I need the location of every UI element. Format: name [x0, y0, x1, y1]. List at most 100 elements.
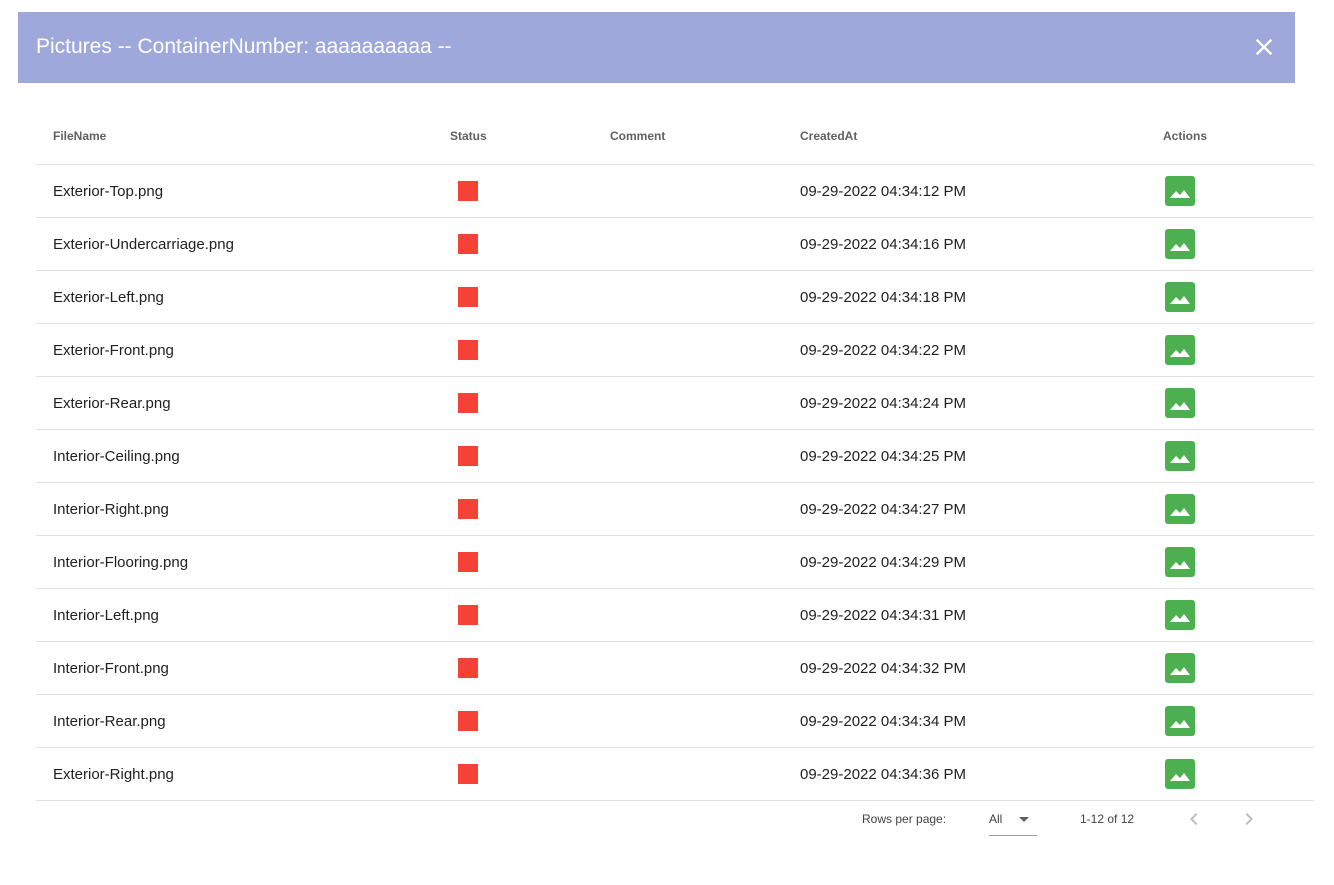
comment-cell	[610, 535, 800, 589]
filename-cell: Exterior-Left.png	[36, 270, 433, 324]
status-cell	[433, 376, 610, 430]
actions-cell	[1143, 164, 1314, 218]
status-indicator	[458, 605, 478, 625]
close-button[interactable]	[1250, 33, 1278, 61]
status-indicator	[458, 181, 478, 201]
table-body: Exterior-Top.png 09-29-2022 04:34:12 PM Ex…	[36, 164, 1314, 801]
actions-cell	[1143, 270, 1314, 324]
status-cell	[433, 588, 610, 642]
view-image-button[interactable]	[1165, 335, 1195, 365]
status-cell	[433, 641, 610, 695]
view-image-button[interactable]	[1165, 759, 1195, 789]
status-cell	[433, 535, 610, 589]
filename-cell: Interior-Rear.png	[36, 694, 433, 748]
createdat-cell: 09-29-2022 04:34:36 PM	[800, 747, 1143, 801]
createdat-cell: 09-29-2022 04:34:32 PM	[800, 641, 1143, 695]
comment-cell	[610, 376, 800, 430]
comment-cell	[610, 270, 800, 324]
pictures-dialog: Pictures -- ContainerNumber: aaaaaaaaaa …	[18, 12, 1314, 872]
view-image-button[interactable]	[1165, 706, 1195, 736]
actions-cell	[1143, 747, 1314, 801]
status-indicator	[458, 340, 478, 360]
view-image-button[interactable]	[1165, 176, 1195, 206]
createdat-cell: 09-29-2022 04:34:18 PM	[800, 270, 1143, 324]
status-indicator	[458, 499, 478, 519]
page-range-info: 1-12 of 12	[1080, 812, 1135, 826]
comment-cell	[610, 588, 800, 642]
status-indicator	[458, 287, 478, 307]
status-cell	[433, 429, 610, 483]
column-header-comment[interactable]: Comment	[610, 108, 800, 165]
comment-cell	[610, 164, 800, 218]
filename-cell: Interior-Right.png	[36, 482, 433, 536]
column-header-actions: Actions	[1143, 108, 1314, 165]
table-row: Interior-Front.png 09-29-2022 04:34:32 PM	[36, 641, 1314, 695]
status-cell	[433, 164, 610, 218]
actions-cell	[1143, 694, 1314, 748]
view-image-button[interactable]	[1165, 653, 1195, 683]
table-row: Exterior-Undercarriage.png 09-29-2022 04:…	[36, 217, 1314, 271]
dialog-header: Pictures -- ContainerNumber: aaaaaaaaaa …	[18, 12, 1295, 83]
actions-cell	[1143, 323, 1314, 377]
createdat-cell: 09-29-2022 04:34:24 PM	[800, 376, 1143, 430]
close-icon	[1255, 38, 1273, 56]
filename-cell: Exterior-Rear.png	[36, 376, 433, 430]
view-image-button[interactable]	[1165, 282, 1195, 312]
table-header: FileName Status Comment CreatedAt Action…	[36, 108, 1314, 165]
filename-cell: Interior-Flooring.png	[36, 535, 433, 589]
actions-cell	[1143, 588, 1314, 642]
column-header-filename[interactable]: FileName	[36, 108, 433, 165]
view-image-button[interactable]	[1165, 547, 1195, 577]
pictures-table-container: FileName Status Comment CreatedAt Action…	[36, 108, 1314, 801]
view-image-button[interactable]	[1165, 441, 1195, 471]
createdat-cell: 09-29-2022 04:34:22 PM	[800, 323, 1143, 377]
rows-per-page-value: All	[989, 812, 1003, 826]
header-row: FileName Status Comment CreatedAt Action…	[36, 108, 1314, 165]
actions-cell	[1143, 429, 1314, 483]
table-row: Exterior-Right.png 09-29-2022 04:34:36 PM	[36, 747, 1314, 801]
createdat-cell: 09-29-2022 04:34:31 PM	[800, 588, 1143, 642]
image-icon	[1170, 296, 1190, 304]
filename-cell: Interior-Left.png	[36, 588, 433, 642]
view-image-button[interactable]	[1165, 600, 1195, 630]
createdat-cell: 09-29-2022 04:34:16 PM	[800, 217, 1143, 271]
image-icon	[1170, 349, 1190, 357]
table-row: Exterior-Top.png 09-29-2022 04:34:12 PM	[36, 164, 1314, 218]
actions-cell	[1143, 482, 1314, 536]
table-row: Interior-Flooring.png 09-29-2022 04:34:29…	[36, 535, 1314, 589]
next-page-button[interactable]	[1237, 807, 1261, 831]
filename-cell: Interior-Front.png	[36, 641, 433, 695]
filename-cell: Exterior-Top.png	[36, 164, 433, 218]
actions-cell	[1143, 376, 1314, 430]
image-icon	[1170, 508, 1190, 516]
image-icon	[1170, 402, 1190, 410]
comment-cell	[610, 694, 800, 748]
status-cell	[433, 323, 610, 377]
actions-cell	[1143, 641, 1314, 695]
table-row: Interior-Right.png 09-29-2022 04:34:27 PM	[36, 482, 1314, 536]
status-cell	[433, 747, 610, 801]
column-header-createdat[interactable]: CreatedAt	[800, 108, 1143, 165]
createdat-cell: 09-29-2022 04:34:34 PM	[800, 694, 1143, 748]
previous-page-button[interactable]	[1182, 807, 1206, 831]
status-cell	[433, 482, 610, 536]
actions-cell	[1143, 535, 1314, 589]
rows-per-page-select[interactable]: All	[989, 803, 1037, 836]
view-image-button[interactable]	[1165, 388, 1195, 418]
view-image-button[interactable]	[1165, 494, 1195, 524]
image-icon	[1170, 720, 1190, 728]
image-icon	[1170, 773, 1190, 781]
view-image-button[interactable]	[1165, 229, 1195, 259]
image-icon	[1170, 561, 1190, 569]
column-header-status[interactable]: Status	[433, 108, 610, 165]
image-icon	[1170, 614, 1190, 622]
chevron-right-icon	[1245, 813, 1253, 825]
createdat-cell: 09-29-2022 04:34:27 PM	[800, 482, 1143, 536]
table-row: Interior-Left.png 09-29-2022 04:34:31 PM	[36, 588, 1314, 642]
dropdown-arrow-icon	[1019, 817, 1029, 822]
status-indicator	[458, 552, 478, 572]
rows-per-page-label: Rows per page:	[862, 812, 947, 826]
dialog-title: Pictures -- ContainerNumber: aaaaaaaaaa …	[36, 35, 452, 58]
status-cell	[433, 694, 610, 748]
comment-cell	[610, 323, 800, 377]
